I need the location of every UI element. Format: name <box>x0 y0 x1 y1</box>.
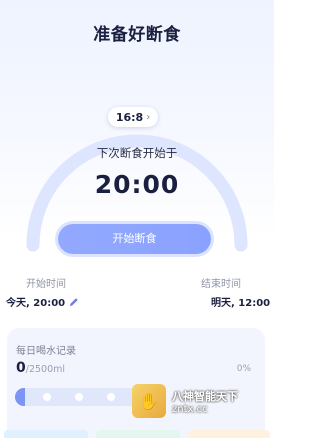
watermark: ✋ 八神智能天下 zntx.cc <box>132 380 274 422</box>
fasting-plan-label: 16:8 <box>115 110 144 124</box>
next-fast-time: 20:00 <box>94 170 180 199</box>
edit-pencil-icon[interactable] <box>69 297 79 307</box>
start-time-row[interactable]: 今天, 20:00 <box>6 294 79 309</box>
watermark-text-cn: 八神智能天下 <box>172 389 238 403</box>
water-cup-dot <box>75 393 83 401</box>
bottom-card-peek <box>4 430 88 438</box>
bottom-card-peek <box>188 430 270 438</box>
water-cup-dot <box>43 393 51 401</box>
fasting-plan-selector[interactable]: 16:8 › <box>108 107 158 127</box>
watermark-text-en: zntx.cc <box>172 403 208 415</box>
next-fast-label: 下次断食开始于 <box>96 146 178 160</box>
start-time-value: 今天, 20:00 <box>6 298 66 309</box>
end-time-label: 结束时间 <box>201 279 241 290</box>
end-time-value: 明天, 12:00 <box>211 298 271 309</box>
water-amount: 0 /2500ml <box>16 360 65 376</box>
bottom-card-peek <box>96 430 180 438</box>
water-progress-fill <box>15 388 25 406</box>
start-time-label: 开始时间 <box>26 279 66 290</box>
watermark-logo-icon: ✋ <box>132 384 166 418</box>
water-cup-dot <box>107 393 115 401</box>
start-fast-button[interactable]: 开始断食 <box>58 224 211 254</box>
fasting-screen: 准备好断食 16:8 › 下次断食开始于 20:00 开始断食 开始时间 今天,… <box>0 0 274 438</box>
water-percent: 0% <box>236 364 251 374</box>
chevron-right-icon: › <box>146 111 151 123</box>
bottom-cards-peek <box>0 430 274 438</box>
water-current: 0 <box>16 360 26 376</box>
water-card-title: 每日喝水记录 <box>16 346 76 357</box>
water-goal: /2500ml <box>25 364 66 375</box>
